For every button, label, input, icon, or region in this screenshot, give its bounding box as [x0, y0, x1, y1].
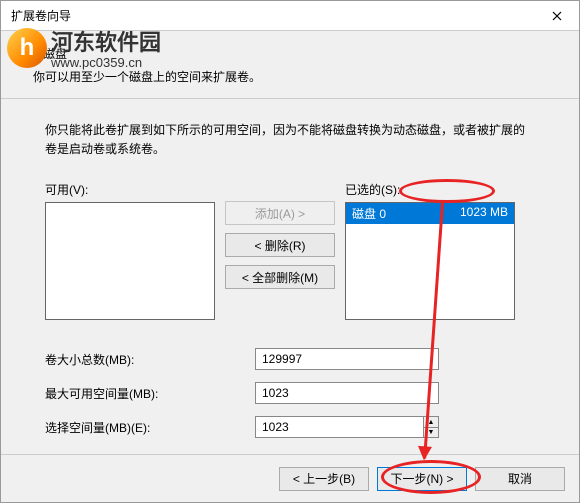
select-space-input[interactable]: [255, 416, 423, 438]
remove-button[interactable]: < 删除(R): [225, 233, 335, 257]
wizard-header: 选择磁盘 你可以用至少一个磁盘上的空间来扩展卷。: [1, 31, 579, 99]
select-space-label: 选择空间量(MB)(E):: [45, 419, 255, 436]
select-space-spinner[interactable]: ▲ ▼: [255, 416, 439, 438]
header-subtitle: 你可以用至少一个磁盘上的空间来扩展卷。: [33, 68, 561, 85]
selected-label: 已选的(S):: [345, 181, 515, 198]
available-listbox[interactable]: [45, 202, 215, 320]
available-column: 可用(V):: [45, 181, 215, 320]
window-title: 扩展卷向导: [11, 7, 71, 24]
close-button[interactable]: [534, 1, 579, 31]
back-button[interactable]: < 上一步(B): [279, 467, 369, 491]
selected-listbox[interactable]: 磁盘 0 1023 MB: [345, 202, 515, 320]
wizard-footer: < 上一步(B) 下一步(N) > 取消: [1, 454, 579, 502]
total-size-label: 卷大小总数(MB):: [45, 351, 255, 368]
list-item[interactable]: 磁盘 0 1023 MB: [346, 203, 514, 224]
intro-text: 你只能将此卷扩展到如下所示的可用空间，因为不能将磁盘转换为动态磁盘，或者被扩展的…: [45, 121, 535, 159]
disk-size: 1023 MB: [460, 205, 508, 222]
disk-name: 磁盘 0: [352, 205, 386, 222]
remove-all-button[interactable]: < 全部删除(M): [225, 265, 335, 289]
spin-down[interactable]: ▼: [423, 427, 439, 438]
selected-column: 已选的(S): 磁盘 0 1023 MB: [345, 181, 515, 320]
total-size-value: 129997: [255, 348, 439, 370]
add-button: 添加(A) >: [225, 201, 335, 225]
next-button[interactable]: 下一步(N) >: [377, 467, 467, 491]
spin-up[interactable]: ▲: [423, 416, 439, 427]
transfer-buttons: 添加(A) > < 删除(R) < 全部删除(M): [215, 181, 345, 289]
title-bar: 扩展卷向导: [1, 1, 579, 31]
available-label: 可用(V):: [45, 181, 215, 198]
max-space-value: 1023: [255, 382, 439, 404]
wizard-window: 扩展卷向导 h 河东软件园 www.pc0359.cn 选择磁盘 你可以用至少一…: [0, 0, 580, 503]
wizard-body: 你只能将此卷扩展到如下所示的可用空间，因为不能将磁盘转换为动态磁盘，或者被扩展的…: [1, 99, 579, 455]
cancel-button[interactable]: 取消: [475, 467, 565, 491]
header-title: 选择磁盘: [19, 45, 561, 62]
max-space-label: 最大可用空间量(MB):: [45, 385, 255, 402]
